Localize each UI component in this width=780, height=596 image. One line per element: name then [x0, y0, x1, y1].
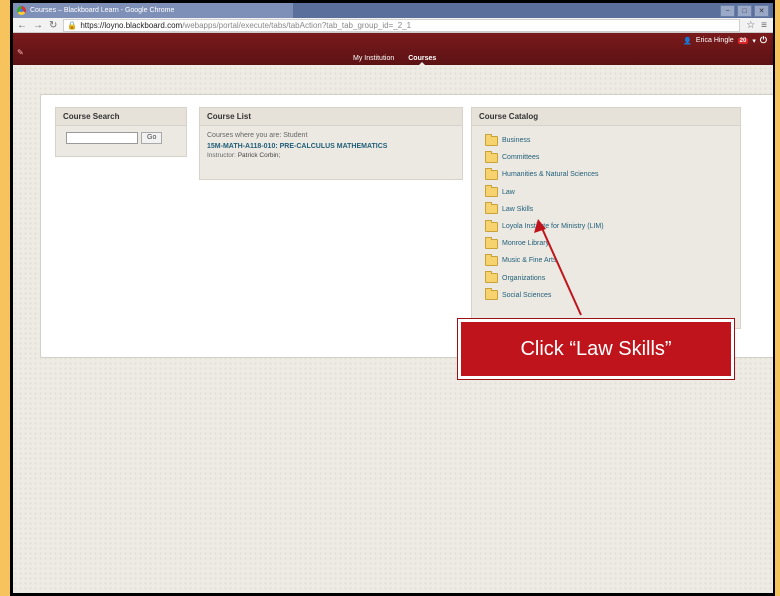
catalog-item-committees[interactable]: Committees [485, 149, 740, 166]
course-search-module: Course Search Go [55, 107, 187, 157]
catalog-item-music[interactable]: Music & Fine Arts [485, 252, 740, 269]
instruction-callout: Click “Law Skills” [458, 319, 734, 379]
window-controls: − □ ✕ [720, 5, 769, 17]
course-search-input[interactable] [66, 132, 138, 144]
instructor-name: Patrick Corbin; [237, 152, 281, 159]
catalog-item-organizations[interactable]: Organizations [485, 270, 740, 287]
minimize-button[interactable]: − [720, 5, 735, 17]
catalog-item-label[interactable]: Committees [502, 154, 539, 161]
user-nav[interactable]: 👤 Erica Hingle 20 ▾ ⏻ [683, 35, 767, 46]
tab-courses[interactable]: Courses [408, 55, 436, 66]
window-title: Courses – Blackboard Learn - Google Chro… [30, 7, 175, 14]
course-link[interactable]: 15M-MATH-A118-010: PRE-CALCULUS MATHEMAT… [207, 143, 462, 150]
address-bar: ← → ↻ 🔒 https://loyno.blackboard.com/web… [13, 18, 773, 33]
logout-icon[interactable]: ⏻ [760, 35, 767, 46]
maximize-button[interactable]: □ [737, 5, 752, 17]
chevron-down-icon[interactable]: ▾ [752, 37, 756, 45]
catalog-item-lim[interactable]: Loyola Institute for Ministry (LIM) [485, 218, 740, 235]
reload-icon[interactable]: ↻ [49, 20, 57, 31]
forward-icon[interactable]: → [33, 20, 43, 31]
star-icon[interactable]: ☆ [746, 20, 755, 31]
url-path: /webapps/portal/execute/tabs/tabAction?t… [182, 20, 412, 30]
main-tabs: My Institution Courses [353, 55, 436, 66]
catalog-item-law[interactable]: Law [485, 184, 740, 201]
catalog-item-label[interactable]: Law Skills [502, 206, 533, 213]
folder-icon [485, 133, 498, 146]
course-list-title: Course List [200, 108, 462, 126]
catalog-item-label[interactable]: Organizations [502, 275, 545, 282]
tab-my-institution[interactable]: My Institution [353, 55, 394, 62]
catalog-item-humanities[interactable]: Humanities & Natural Sciences [485, 166, 740, 183]
course-catalog-title: Course Catalog [472, 108, 740, 126]
folder-icon [485, 150, 498, 163]
chrome-icon [17, 6, 26, 15]
folder-icon [485, 271, 498, 284]
back-icon[interactable]: ← [17, 20, 27, 31]
catalog-item-label[interactable]: Loyola Institute for Ministry (LIM) [502, 223, 604, 230]
course-list-module: Course List Courses where you are: Stude… [199, 107, 463, 180]
url-field[interactable]: 🔒 https://loyno.blackboard.com/webapps/p… [63, 18, 741, 32]
menu-icon[interactable]: ≡ [761, 20, 767, 31]
folder-icon [485, 219, 498, 232]
catalog-item-business[interactable]: Business [485, 132, 740, 149]
edit-pencil-icon[interactable]: ✎ [17, 48, 24, 57]
folder-icon [485, 202, 498, 215]
title-bar: Courses – Blackboard Learn - Google Chro… [13, 3, 773, 18]
url-host: https://loyno.blackboard.com [80, 20, 183, 30]
folder-icon [485, 236, 498, 249]
catalog-list: Business Committees Humanities & Natural… [472, 126, 740, 304]
catalog-item-label[interactable]: Law [502, 189, 515, 196]
course-catalog-module: Course Catalog Business Committees Human… [471, 107, 741, 329]
lock-icon: 🔒 [67, 20, 78, 30]
notification-badge[interactable]: 20 [737, 37, 749, 44]
folder-icon [485, 253, 498, 266]
catalog-item-label[interactable]: Monroe Library [502, 240, 549, 247]
course-role-text: Courses where you are: Student [207, 132, 308, 139]
user-name[interactable]: Erica Hingle [696, 37, 734, 44]
folder-icon [485, 288, 498, 301]
catalog-item-label[interactable]: Humanities & Natural Sciences [502, 171, 599, 178]
go-button[interactable]: Go [141, 132, 163, 144]
folder-icon [485, 185, 498, 198]
instructor-label: Instructor: [207, 152, 236, 159]
course-instructor: Instructor: Patrick Corbin; [207, 152, 462, 159]
catalog-item-monroe-library[interactable]: Monroe Library [485, 235, 740, 252]
blackboard-header: ✎ 👤 Erica Hingle 20 ▾ ⏻ My Institution C… [13, 33, 773, 66]
folder-icon [485, 167, 498, 180]
course-search-title: Course Search [56, 108, 186, 126]
catalog-item-label[interactable]: Business [502, 137, 530, 144]
catalog-item-label[interactable]: Social Sciences [502, 292, 551, 299]
close-button[interactable]: ✕ [754, 5, 769, 17]
browser-window: Courses – Blackboard Learn - Google Chro… [13, 3, 773, 593]
catalog-item-law-skills[interactable]: Law Skills [485, 201, 740, 218]
catalog-item-social-sciences[interactable]: Social Sciences [485, 287, 740, 304]
catalog-item-label[interactable]: Music & Fine Arts [502, 257, 556, 264]
user-icon: 👤 [683, 37, 692, 45]
